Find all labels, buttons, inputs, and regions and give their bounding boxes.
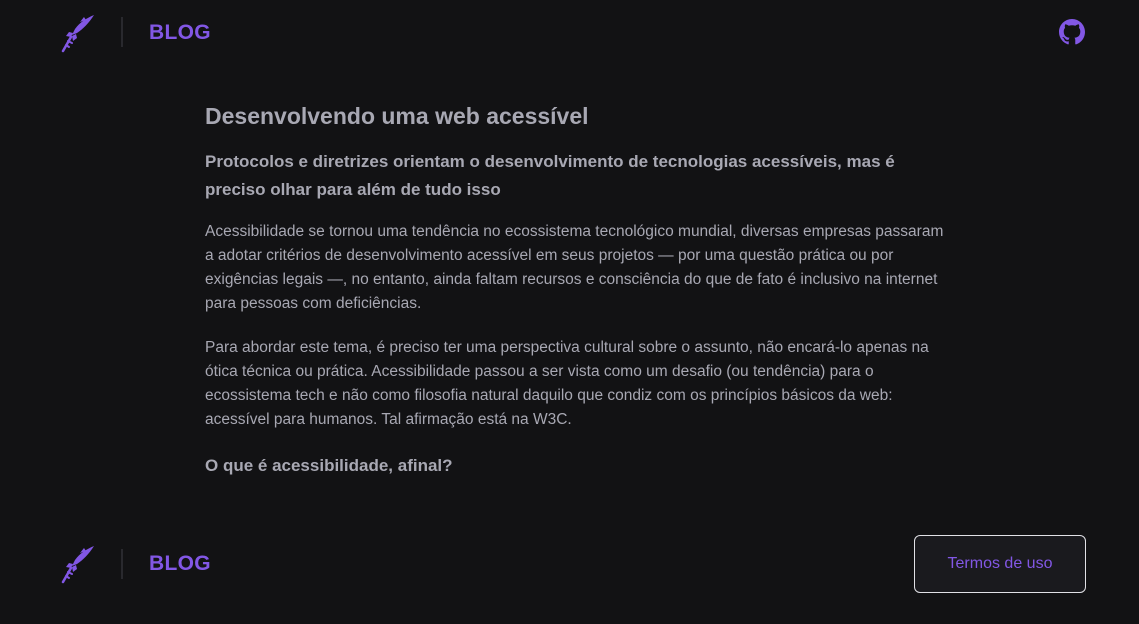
post-subtitle: Protocolos e diretrizes orientam o desen…: [205, 152, 895, 199]
header: BLOG: [0, 8, 1139, 58]
header-divider: [121, 17, 123, 47]
post-paragraph: Acessibilidade se tornou uma tendência n…: [205, 223, 944, 312]
post-title: Desenvolvendo uma web acessível: [205, 103, 589, 129]
blog-brand[interactable]: BLOG: [149, 21, 211, 45]
post-paragraph: Para abordar este tema, é preciso ter um…: [205, 339, 929, 428]
feather-rocket-icon[interactable]: [60, 13, 96, 53]
github-icon[interactable]: [1059, 19, 1085, 45]
blog-brand[interactable]: BLOG: [149, 552, 211, 576]
terms-of-use-button[interactable]: Termos de uso: [914, 535, 1086, 593]
footer-divider: [121, 549, 123, 579]
post-article: Desenvolvendo uma web acessível Protocol…: [205, 98, 945, 480]
section-heading: O que é acessibilidade, afinal?: [205, 456, 453, 475]
footer: BLOG Termos de uso: [0, 535, 1139, 594]
feather-rocket-icon[interactable]: [60, 544, 96, 584]
page: BLOG Desenvolvendo uma web acessível Pro…: [0, 0, 1139, 624]
